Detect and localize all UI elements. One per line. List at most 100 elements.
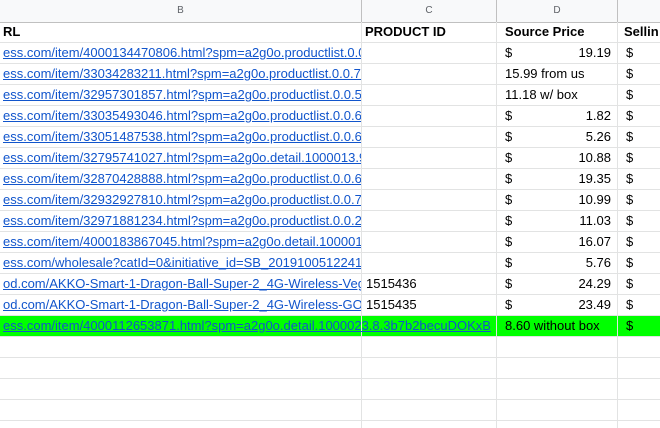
empty-cell[interactable] [618, 421, 660, 428]
source-price-cell[interactable]: 11.18 w/ box [497, 85, 618, 105]
product-id-cell[interactable] [362, 106, 497, 126]
empty-cell[interactable] [618, 337, 660, 357]
product-id-cell[interactable] [362, 316, 497, 336]
url-cell[interactable]: ess.com/item/33051487538.html?spm=a2g0o.… [0, 127, 362, 147]
column-header-d[interactable]: D [497, 0, 618, 22]
source-price-cell[interactable]: $5.76 [497, 253, 618, 273]
column-header-e[interactable] [618, 0, 660, 22]
product-id-cell[interactable] [362, 211, 497, 231]
currency-symbol: $ [505, 297, 513, 312]
selling-price-cell[interactable]: $ [618, 148, 660, 168]
selling-price-cell[interactable]: $ [618, 85, 660, 105]
empty-cell[interactable] [618, 358, 660, 378]
url-cell[interactable]: ess.com/item/32870428888.html?spm=a2g0o.… [0, 169, 362, 189]
empty-cell[interactable] [497, 379, 618, 399]
url-cell[interactable]: ess.com/item/4000112653871.html?spm=a2g0… [0, 316, 491, 336]
empty-cell[interactable] [0, 400, 362, 420]
product-id-cell[interactable] [362, 64, 497, 84]
selling-price-cell[interactable]: $ [618, 43, 660, 63]
selling-price-cell[interactable]: $ [618, 169, 660, 189]
selling-price-cell[interactable]: $ [618, 211, 660, 231]
source-price-cell[interactable]: $19.35 [497, 169, 618, 189]
source-price-cell[interactable]: $1.82 [497, 106, 618, 126]
empty-cell[interactable] [362, 421, 497, 428]
source-price-cell[interactable]: $5.26 [497, 127, 618, 147]
url-cell[interactable]: od.com/AKKO-Smart-1-Dragon-Ball-Super-2_… [0, 274, 362, 294]
source-price-cell[interactable]: $10.88 [497, 148, 618, 168]
selling-price-cell[interactable]: $ [618, 190, 660, 210]
table-row: ess.com/item/4000134470806.html?spm=a2g0… [0, 43, 660, 64]
product-id-cell[interactable] [362, 148, 497, 168]
url-cell[interactable]: ess.com/item/32971881234.html?spm=a2g0o.… [0, 211, 362, 231]
selling-price-cell[interactable]: $ [618, 64, 660, 84]
product-id-cell[interactable] [362, 232, 497, 252]
currency-symbol: $ [505, 192, 513, 207]
column-header-b[interactable]: B [0, 0, 362, 22]
empty-row [0, 337, 660, 358]
empty-cell[interactable] [0, 421, 362, 428]
empty-cell[interactable] [362, 337, 497, 357]
product-id-cell[interactable]: 1515435 [362, 295, 497, 315]
header-product-id[interactable]: PRODUCT ID [362, 22, 497, 42]
empty-cell[interactable] [497, 400, 618, 420]
empty-cell[interactable] [362, 400, 497, 420]
empty-cell[interactable] [0, 337, 362, 357]
header-source-price[interactable]: Source Price [497, 22, 618, 42]
price-value: 24.29 [578, 276, 611, 291]
url-cell[interactable]: od.com/AKKO-Smart-1-Dragon-Ball-Super-2_… [0, 295, 362, 315]
product-id-cell[interactable] [362, 253, 497, 273]
selling-price-cell[interactable]: $ [618, 127, 660, 147]
source-price-text: 8.60 without box [505, 318, 600, 333]
source-price-cell[interactable]: $16.07 [497, 232, 618, 252]
url-cell[interactable]: ess.com/item/4000134470806.html?spm=a2g0… [0, 43, 362, 63]
source-price-cell[interactable]: $23.49 [497, 295, 618, 315]
url-cell[interactable]: ess.com/item/32957301857.html?spm=a2g0o.… [0, 85, 362, 105]
source-price-cell[interactable]: $24.29 [497, 274, 618, 294]
price-value: 19.19 [578, 45, 611, 60]
header-url[interactable]: RL [0, 22, 362, 42]
selling-price-cell[interactable]: $ [618, 106, 660, 126]
url-cell[interactable]: ess.com/item/32932927810.html?spm=a2g0o.… [0, 190, 362, 210]
currency-symbol: $ [505, 171, 513, 186]
spreadsheet-grid[interactable]: B C D RL PRODUCT ID Source Price Sellin … [0, 0, 660, 428]
column-header-bar: B C D [0, 0, 660, 23]
selling-price-cell[interactable]: $ [618, 295, 660, 315]
product-id-cell[interactable] [362, 85, 497, 105]
selling-price-cell[interactable]: $ [618, 316, 660, 336]
product-id-cell[interactable]: 1515436 [362, 274, 497, 294]
empty-row [0, 379, 660, 400]
selling-price-cell[interactable]: $ [618, 253, 660, 273]
empty-cell[interactable] [618, 400, 660, 420]
empty-cell[interactable] [362, 379, 497, 399]
selling-price-cell[interactable]: $ [618, 274, 660, 294]
url-cell[interactable]: ess.com/item/33034283211.html?spm=a2g0o.… [0, 64, 362, 84]
source-price-cell[interactable]: 8.60 without box [497, 316, 618, 336]
empty-cell[interactable] [618, 379, 660, 399]
product-id-cell[interactable] [362, 190, 497, 210]
url-cell[interactable]: ess.com/wholesale?catId=0&initiative_id=… [0, 253, 362, 273]
empty-cell[interactable] [362, 358, 497, 378]
source-price-cell[interactable]: $11.03 [497, 211, 618, 231]
empty-cell[interactable] [0, 358, 362, 378]
column-header-c[interactable]: C [362, 0, 497, 22]
header-selling-price[interactable]: Sellin [618, 22, 660, 42]
url-cell[interactable]: ess.com/item/4000183867045.html?spm=a2g0… [0, 232, 362, 252]
product-id-cell[interactable] [362, 169, 497, 189]
empty-cell[interactable] [0, 379, 362, 399]
source-price-cell[interactable]: 15.99 from us [497, 64, 618, 84]
table-row: ess.com/item/32870428888.html?spm=a2g0o.… [0, 169, 660, 190]
source-price-cell[interactable]: $19.19 [497, 43, 618, 63]
product-id-cell[interactable] [362, 43, 497, 63]
empty-cell[interactable] [497, 421, 618, 428]
source-price-cell[interactable]: $10.99 [497, 190, 618, 210]
price-value: 10.88 [578, 150, 611, 165]
empty-cell[interactable] [497, 358, 618, 378]
url-cell[interactable]: ess.com/item/33035493046.html?spm=a2g0o.… [0, 106, 362, 126]
empty-cell[interactable] [497, 337, 618, 357]
url-cell[interactable]: ess.com/item/32795741027.html?spm=a2g0o.… [0, 148, 362, 168]
price-value: 16.07 [578, 234, 611, 249]
product-id-cell[interactable] [362, 127, 497, 147]
empty-row [0, 421, 660, 428]
currency-symbol: $ [505, 213, 513, 228]
selling-price-cell[interactable]: $ [618, 232, 660, 252]
